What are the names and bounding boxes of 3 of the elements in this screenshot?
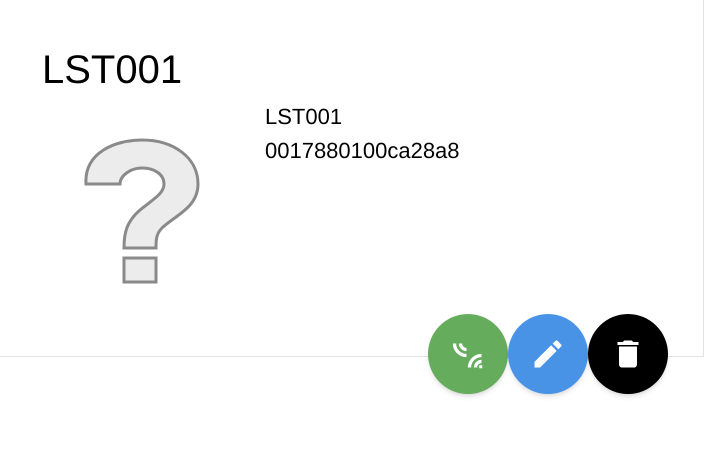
device-name: LST001 — [265, 103, 342, 131]
device-address: 0017880100ca28a8 — [265, 137, 460, 165]
card-title: LST001 — [42, 47, 182, 94]
